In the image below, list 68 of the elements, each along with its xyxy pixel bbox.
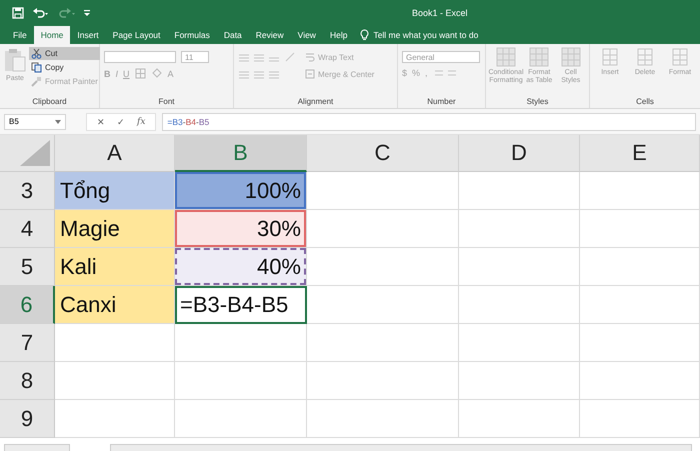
sheet-nav-bar <box>4 444 70 451</box>
row-header[interactable]: 5 <box>0 248 55 286</box>
row-header[interactable]: 8 <box>0 362 55 400</box>
ribbon-tab[interactable]: Insert <box>70 26 106 44</box>
copy-icon <box>31 62 42 73</box>
redo-icon[interactable] <box>58 7 76 19</box>
formula-field[interactable]: =B3-B4-B5 <box>162 112 696 130</box>
column-header[interactable]: D <box>459 135 580 172</box>
copy-button[interactable]: Copy <box>29 61 100 74</box>
ribbon-tab[interactable]: View <box>290 26 323 44</box>
column-header[interactable]: B <box>175 135 307 172</box>
ribbon-tab[interactable]: Home <box>34 26 70 44</box>
grid-icon <box>671 47 689 67</box>
ribbon-tab[interactable]: Data <box>216 26 249 44</box>
fill-color-icon[interactable] <box>150 68 163 79</box>
column-header[interactable]: A <box>55 135 175 172</box>
tell-me-field[interactable]: Tell me what you want to do <box>360 26 478 44</box>
ribbon-tab[interactable]: Page Layout <box>106 26 168 44</box>
table-cell: =B3-B4-B5 <box>175 286 307 324</box>
window-title: Book1 - Excel <box>412 8 468 18</box>
borders-icon[interactable] <box>134 68 146 79</box>
grid-icon <box>636 47 654 67</box>
undo-icon[interactable] <box>32 7 50 19</box>
ribbon-tab[interactable]: Help <box>322 26 354 44</box>
ribbon-tab[interactable]: Formulas <box>167 26 217 44</box>
group-label: Number <box>426 97 457 108</box>
row-header[interactable]: 3 <box>0 172 55 210</box>
table-cell: 100% <box>175 172 307 210</box>
brush-icon <box>31 76 42 87</box>
column-header[interactable]: E <box>580 135 700 172</box>
table-cell: 30% <box>175 210 307 248</box>
row-header[interactable]: 7 <box>0 324 55 362</box>
name-box[interactable]: B5 <box>4 114 66 130</box>
enter-button[interactable]: ✓ <box>117 116 125 126</box>
table-cell: Magie <box>55 210 175 248</box>
row-header[interactable]: 9 <box>0 400 55 438</box>
table-cell: 40% <box>175 248 307 286</box>
column-header[interactable]: C <box>307 135 459 172</box>
clipboard-icon <box>4 47 26 73</box>
table-icon <box>496 47 516 67</box>
scissors-icon <box>31 48 42 59</box>
group-label: Clipboard <box>31 97 68 108</box>
table-icon <box>560 47 581 67</box>
lightbulb-icon <box>360 29 370 41</box>
group-label: Alignment <box>296 97 334 108</box>
grid-icon <box>601 47 619 67</box>
group-label: Styles <box>526 97 550 108</box>
cancel-button[interactable]: ✕ <box>97 116 105 126</box>
ribbon-tab[interactable]: Review <box>248 26 291 44</box>
customize-icon[interactable] <box>84 9 90 17</box>
ribbon-tab[interactable]: File <box>6 26 34 44</box>
row-header[interactable]: 4 <box>0 210 55 248</box>
table-cell: Kali <box>55 248 175 286</box>
merge-icon <box>305 69 315 79</box>
insert-function-button[interactable]: fx <box>137 116 146 126</box>
table-cell: Canxi <box>55 286 175 324</box>
dropdown-icon <box>55 120 61 124</box>
group-label: Cells <box>635 97 655 108</box>
table-cell: Tổng <box>55 172 175 210</box>
cut-button[interactable]: Cut <box>29 47 100 60</box>
font-name-field[interactable] <box>104 51 176 63</box>
row-header[interactable]: 6 <box>0 286 55 324</box>
table-icon <box>529 47 550 67</box>
decimal-icon[interactable] <box>432 68 459 78</box>
wrap-icon <box>305 52 315 62</box>
scroll-bar[interactable] <box>110 444 692 451</box>
group-label: Font <box>157 97 176 108</box>
save-icon[interactable] <box>12 7 24 19</box>
